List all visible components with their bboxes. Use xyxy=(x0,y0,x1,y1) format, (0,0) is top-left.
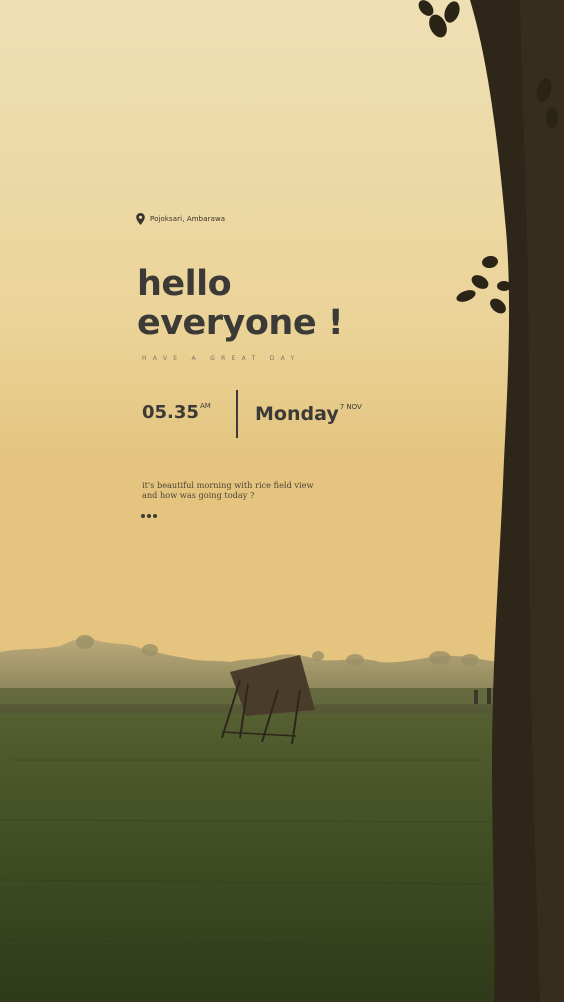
story-card: Pojoksari, Ambarawa hello everyone ! HAV… xyxy=(0,0,564,1002)
location-label: Pojoksari, Ambarawa xyxy=(150,215,226,223)
dot xyxy=(147,514,151,518)
dot xyxy=(153,514,157,518)
map-pin-icon xyxy=(136,213,145,225)
background-photo xyxy=(0,0,564,1002)
sky xyxy=(0,0,564,700)
location-tag[interactable]: Pojoksari, Ambarawa xyxy=(136,213,225,225)
dot xyxy=(141,514,145,518)
more-dots-icon[interactable] xyxy=(141,512,159,520)
